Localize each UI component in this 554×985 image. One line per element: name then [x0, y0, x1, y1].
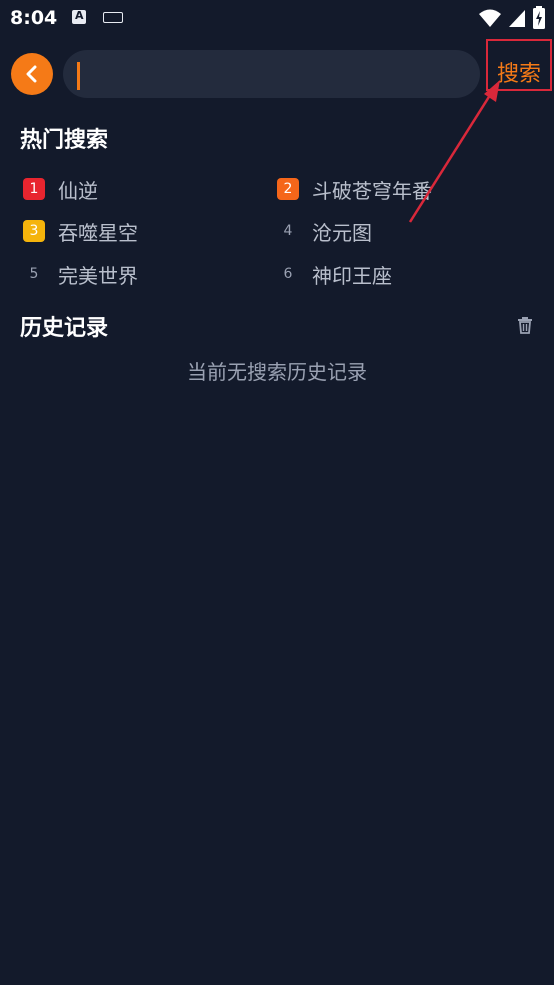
search-header: 搜索 [0, 39, 554, 100]
search-button[interactable]: 搜索 [486, 39, 552, 91]
hot-search-item-3[interactable]: 3 吞噬星空 [23, 216, 138, 246]
hot-search-label: 吞噬星空 [58, 220, 138, 245]
hot-search-label: 神印王座 [312, 263, 392, 288]
status-time: 8:04 [10, 7, 58, 29]
rank-badge: 2 [277, 178, 299, 200]
hot-search-label: 斗破苍穹年番 [312, 178, 432, 203]
clear-history-button[interactable] [515, 315, 535, 335]
battery-icon [533, 6, 545, 29]
hot-search-item-4[interactable]: 4 沧元图 [277, 216, 372, 246]
search-button-label: 搜索 [496, 62, 541, 87]
hot-search-item-2[interactable]: 2 斗破苍穹年番 [277, 174, 432, 204]
history-title: 历史记录 [20, 316, 109, 341]
wifi-icon [479, 9, 501, 27]
hot-search-label: 完美世界 [58, 263, 138, 288]
a-icon [72, 9, 86, 24]
text-caret [77, 62, 80, 90]
search-input[interactable] [63, 50, 480, 98]
rank-badge: 3 [23, 220, 45, 242]
status-bar: 8:04 [0, 0, 554, 38]
hot-search-item-1[interactable]: 1 仙逆 [23, 174, 98, 204]
empty-history-text: 当前无搜索历史记录 [187, 360, 367, 384]
rank-number: 4 [283, 223, 293, 239]
signal-icon [509, 10, 525, 27]
back-button[interactable] [11, 53, 53, 95]
hot-search-label: 沧元图 [312, 220, 372, 245]
hot-search-label: 仙逆 [58, 178, 98, 203]
hot-search-title: 热门搜索 [20, 128, 109, 153]
hot-search-item-5[interactable]: 5 完美世界 [23, 259, 138, 289]
rank-badge: 1 [23, 178, 45, 200]
keyboard-icon [103, 12, 123, 23]
rank-number: 6 [283, 266, 293, 282]
status-icons [478, 6, 546, 30]
hot-search-item-6[interactable]: 6 神印王座 [277, 259, 392, 289]
rank-number: 5 [29, 266, 39, 282]
chevron-left-icon [26, 65, 37, 83]
trash-icon [518, 317, 532, 334]
